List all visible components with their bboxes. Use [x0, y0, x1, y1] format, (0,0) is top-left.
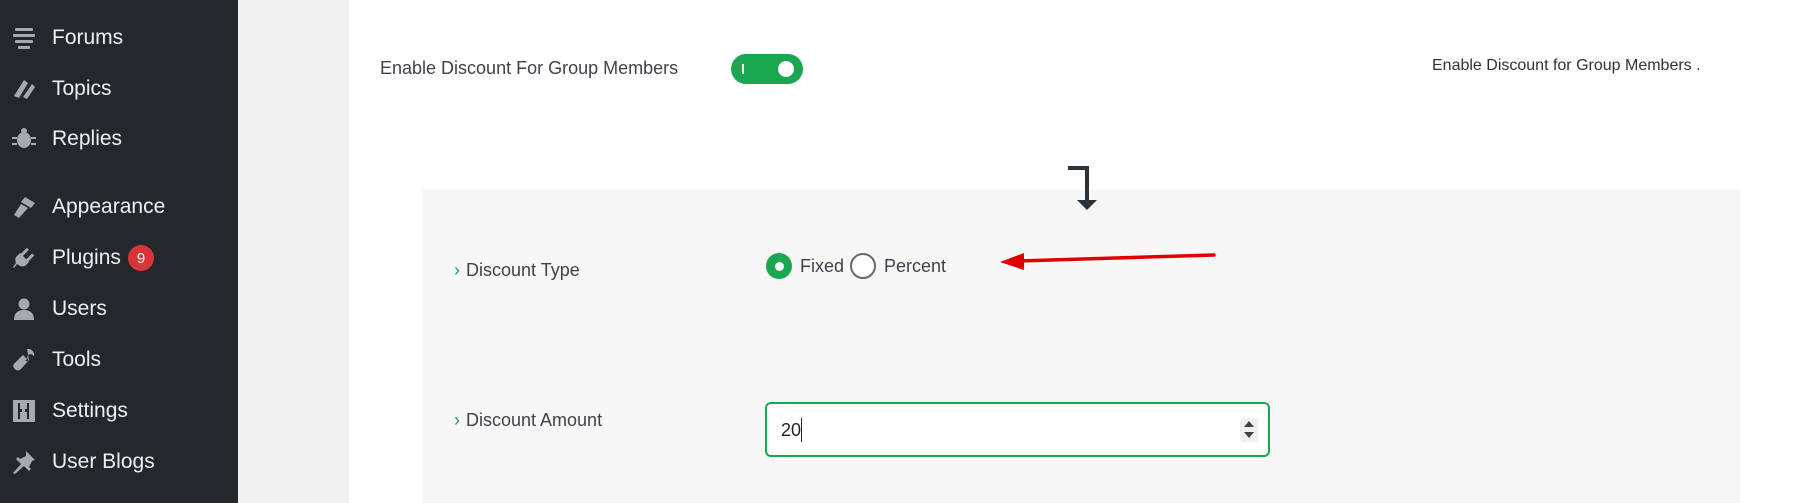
sidebar-item-label: Users	[52, 297, 107, 320]
admin-sidebar: Forums Topics Replies Appearance Plugins…	[0, 0, 238, 503]
discount-amount-label: › Discount Amount	[454, 410, 602, 431]
content-gutter	[238, 0, 349, 503]
user-blogs-icon	[10, 448, 38, 476]
sidebar-item-topics[interactable]: Topics	[0, 67, 238, 111]
sidebar-item-label: User Blogs	[52, 450, 155, 473]
toggle-knob	[778, 61, 794, 77]
discount-type-label: › Discount Type	[454, 260, 580, 281]
radio-percent[interactable]	[850, 253, 877, 279]
sidebar-item-label: Tools	[52, 348, 102, 371]
discount-amount-value: 20	[781, 420, 802, 440]
sidebar-item-settings[interactable]: Settings	[0, 389, 238, 433]
sidebar-item-forums[interactable]: Forums	[0, 16, 238, 60]
sidebar-item-label: Settings	[52, 399, 128, 422]
radio-percent-label[interactable]: Percent	[884, 256, 946, 277]
text-caret	[801, 418, 802, 442]
spinner-up-icon[interactable]	[1244, 421, 1254, 427]
topics-icon	[10, 75, 38, 103]
plugins-icon	[10, 244, 38, 272]
radio-dot	[774, 261, 784, 271]
users-icon	[10, 295, 38, 323]
radio-fixed-label[interactable]: Fixed	[800, 256, 844, 277]
sidebar-item-label: Appearance	[52, 195, 166, 218]
sidebar-item-label: Topics	[52, 77, 112, 100]
discount-type-label-text: Discount Type	[466, 260, 580, 280]
sidebar-item-users[interactable]: Users	[0, 287, 238, 331]
enable-discount-label: Enable Discount For Group Members	[380, 58, 679, 78]
discount-amount-label-text: Discount Amount	[466, 410, 603, 430]
sidebar-item-tools[interactable]: Tools	[0, 338, 238, 382]
settings-icon	[10, 397, 38, 425]
spinner-down-icon[interactable]	[1244, 432, 1254, 438]
sidebar-item-label: Replies	[52, 127, 123, 150]
radio-fixed[interactable]	[766, 253, 792, 279]
update-count-badge: 9	[128, 245, 154, 271]
sidebar-item-appearance[interactable]: Appearance	[0, 185, 238, 229]
discount-amount-input[interactable]: 20	[765, 402, 1270, 457]
forums-icon	[10, 24, 38, 52]
tools-icon	[10, 346, 38, 374]
sidebar-item-label: Forums	[52, 26, 124, 49]
sidebar-item-plugins[interactable]: Plugins 9	[0, 236, 238, 280]
sidebar-item-user-blogs[interactable]: User Blogs	[0, 440, 238, 484]
sidebar-item-label: Plugins	[52, 246, 121, 269]
chevron-right-icon: ›	[454, 260, 460, 280]
appearance-icon	[10, 193, 38, 221]
discount-type-radio-group: Fixed Percent	[766, 252, 952, 280]
enable-discount-help: Enable Discount for Group Members .	[1432, 57, 1701, 74]
sidebar-item-replies[interactable]: Replies	[0, 117, 238, 161]
number-spinner[interactable]	[1240, 418, 1258, 442]
chevron-right-icon: ›	[454, 410, 460, 430]
replies-icon	[10, 125, 38, 153]
toggle-on-indicator	[742, 64, 744, 74]
enable-discount-toggle[interactable]	[731, 54, 803, 84]
